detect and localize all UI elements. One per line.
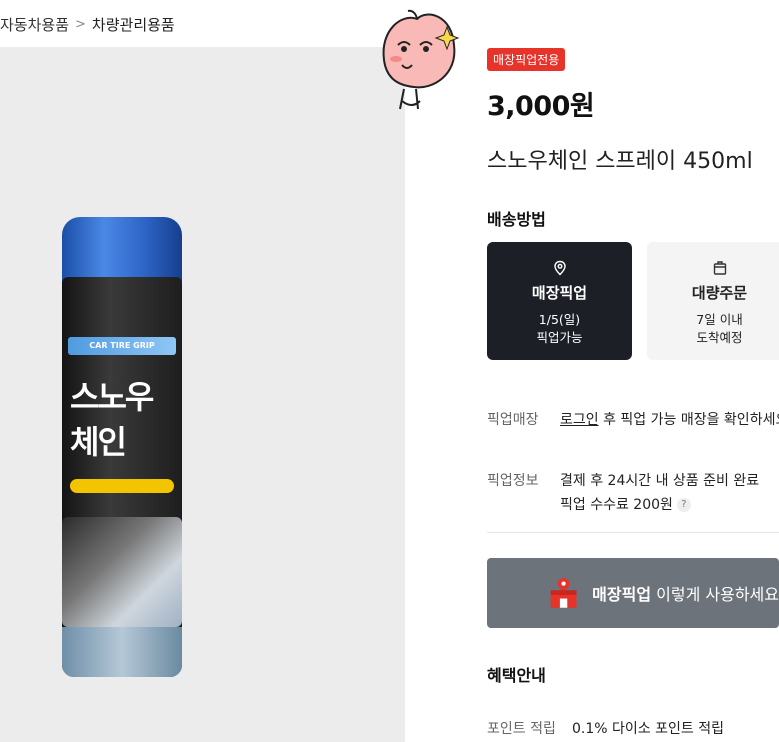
product-price: 3,000원 xyxy=(487,91,595,122)
product-name: 스노우체인 스프레이 450ml xyxy=(487,149,753,174)
benefits-title: 혜택안내 xyxy=(487,666,546,685)
can-title-line2: 체인 xyxy=(70,423,127,461)
pickup-store-value: 로그인 후 픽업 가능 매장을 확인하세요 xyxy=(560,409,779,429)
banner-bold-text: 매장픽업 xyxy=(592,585,652,604)
pickup-info-label: 픽업정보 xyxy=(487,473,539,489)
pickup-fee-text: 픽업 수수료 200원 xyxy=(560,497,673,513)
breadcrumb: 자동차용품 > 차량관리용품 xyxy=(0,12,175,36)
can-brand-label: CAR TIRE GRIP xyxy=(68,337,176,355)
pickup-info-line2: 픽업 수수료 200원? xyxy=(560,494,691,514)
login-link[interactable]: 로그인 xyxy=(560,412,599,428)
shipping-title: 배송방법 xyxy=(487,210,546,229)
shipping-option-bulk[interactable]: 대량주문 7일 이내 도착예정 xyxy=(647,242,779,360)
point-label: 포인트 적립 xyxy=(487,721,556,737)
banner-rest-text: 이렇게 사용하세요 xyxy=(651,585,779,604)
pickup-store-label: 픽업매장 xyxy=(487,412,539,428)
divider xyxy=(487,532,779,533)
banner-text: 매장픽업 이렇게 사용하세요 xyxy=(592,581,779,605)
store-icon xyxy=(550,578,577,608)
pickup-availability: 픽업가능 xyxy=(536,330,583,345)
product-info: 매장픽업전용 3,000원 스노우체인 스프레이 450ml 배송방법 매장픽업… xyxy=(487,0,779,742)
location-pin-icon xyxy=(553,260,566,276)
product-image: CAR TIRE GRIP 스노우 체인 xyxy=(0,47,405,742)
help-icon[interactable]: ? xyxy=(676,498,691,512)
point-value: 0.1% 다이소 포인트 적립 xyxy=(572,721,724,737)
peach-mascot-icon xyxy=(382,9,460,110)
pickup-only-badge: 매장픽업전용 xyxy=(487,48,566,71)
breadcrumb-parent[interactable]: 자동차용품 xyxy=(0,14,69,35)
pickup-store-text: 후 픽업 가능 매장을 확인하세요 xyxy=(598,412,779,428)
box-icon xyxy=(713,261,726,275)
pickup-guide-banner[interactable]: 매장픽업 이렇게 사용하세요 xyxy=(487,558,779,628)
pickup-info-line1: 결제 후 24시간 내 상품 준비 완료 xyxy=(560,473,760,489)
shipping-option-label: 대량주문 xyxy=(691,284,748,302)
can-title-line1: 스노우 xyxy=(70,378,154,416)
bulk-delivery-days: 7일 이내 xyxy=(696,312,743,327)
bulk-delivery-status: 도착예정 xyxy=(696,330,743,345)
shipping-option-pickup[interactable]: 매장픽업 1/5(일) 픽업가능 xyxy=(487,242,632,360)
breadcrumb-current[interactable]: 차량관리용품 xyxy=(92,14,175,35)
spray-can-illustration: CAR TIRE GRIP 스노우 체인 xyxy=(62,217,182,677)
breadcrumb-separator: > xyxy=(75,16,86,32)
shipping-option-label: 매장픽업 xyxy=(531,284,588,302)
pickup-date: 1/5(일) xyxy=(538,312,581,327)
